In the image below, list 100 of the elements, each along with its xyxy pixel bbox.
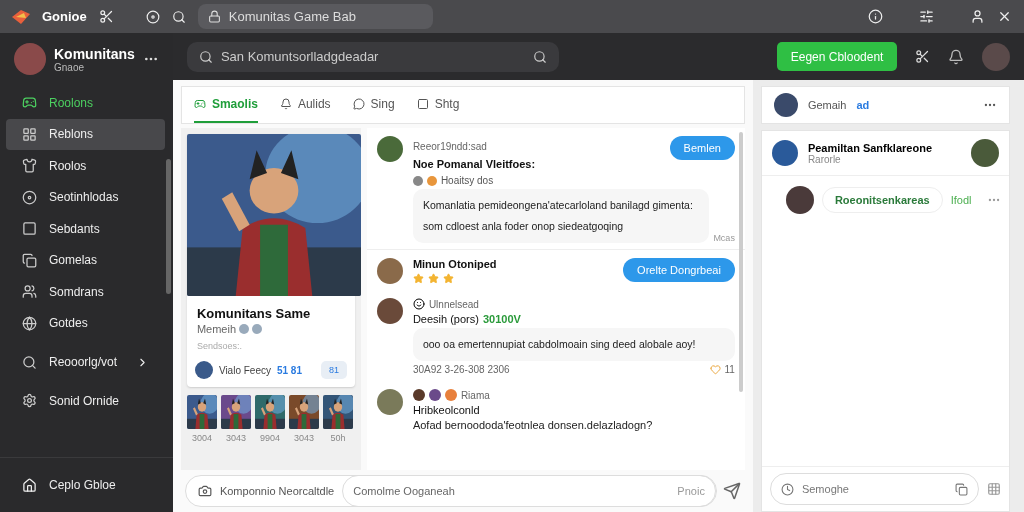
- sidebar-item[interactable]: Reblons: [6, 118, 165, 150]
- post-text: Komanlatia pemideongena'atecarloland banilagd gimenta: som cdloest anla foder onop siedeatgoqing: [412, 189, 710, 243]
- star-icon: [427, 273, 439, 284]
- item-icon: [22, 284, 37, 300]
- post-title: Minun Otoniped: [412, 258, 498, 270]
- sidebar-item[interactable]: Sonid Ornide: [6, 385, 165, 417]
- sidebar-item[interactable]: Seotinhlodas: [6, 181, 165, 213]
- item-icon: [22, 393, 37, 409]
- post-meta: Reeor19ndd:sad: [412, 141, 487, 152]
- sidebar-item[interactable]: Gotdes: [6, 307, 165, 339]
- avatar: [14, 43, 46, 75]
- player-name: Vialo Feecy: [218, 364, 271, 376]
- badge-icon: [444, 389, 457, 401]
- item-icon: [22, 221, 37, 237]
- post-subtitle: Hoaitsy dos: [440, 175, 494, 186]
- sidebar-item[interactable]: Gomelas: [6, 244, 165, 276]
- lock-icon: [207, 10, 221, 23]
- sidebar-item[interactable]: Roolons: [6, 87, 165, 119]
- close-icon[interactable]: [997, 9, 1012, 24]
- clock-icon: [780, 482, 794, 496]
- tab[interactable]: Smaolis: [193, 87, 258, 123]
- tab[interactable]: Aulids: [279, 87, 331, 123]
- avatar: [376, 258, 403, 284]
- card-subtitle: Memeih: [196, 323, 236, 335]
- comment-time: 30A92 3-26-308 2306: [412, 364, 510, 375]
- tool-icon[interactable]: [915, 49, 931, 64]
- chat-title: Peamiltan Sanfklareone: [807, 141, 933, 154]
- item-icon: [22, 126, 37, 142]
- comment-tag: 30100V: [482, 313, 521, 325]
- badge-icon: [428, 389, 441, 401]
- comment-label: Komponnio Neorcaltdle: [219, 485, 335, 497]
- profile-name: Komunitans: [54, 45, 135, 62]
- user-icon[interactable]: [970, 9, 985, 24]
- search-field[interactable]: San Komuntsorlladgdeadar: [186, 41, 559, 72]
- grid-icon[interactable]: [987, 482, 1002, 496]
- camera-icon[interactable]: [197, 484, 212, 498]
- info-icon[interactable]: [868, 9, 883, 24]
- sidebar-item[interactable]: Somdrans: [6, 276, 165, 308]
- comment-title: Deesih (pors): [412, 313, 479, 325]
- avatar: [771, 140, 798, 166]
- address-text: Komunitas Game Bab: [228, 9, 356, 24]
- item-icon: [22, 158, 37, 174]
- like-count: 11: [724, 364, 735, 375]
- thread-title: Hribkeolconld: [412, 404, 480, 416]
- search-icon: [532, 49, 547, 64]
- item-icon: [22, 189, 37, 205]
- score-button[interactable]: 81: [320, 361, 347, 379]
- tab[interactable]: Sing: [352, 87, 395, 123]
- card-meta: Sendsoes:.: [195, 340, 243, 353]
- logo-icon: [12, 9, 30, 24]
- sidebar-item[interactable]: Sebdants: [6, 213, 165, 245]
- address-field[interactable]: Komunitas Game Bab: [197, 4, 433, 29]
- avatar: [376, 389, 403, 415]
- item-icon: [22, 315, 37, 331]
- chat-subtitle: Rarorle: [807, 153, 842, 165]
- badge-icon: [412, 389, 425, 401]
- item-icon: [22, 252, 37, 268]
- avatar: [971, 139, 1000, 167]
- item-icon: [22, 354, 37, 370]
- gamepad-icon: [193, 98, 206, 110]
- search-icon[interactable]: [171, 9, 186, 24]
- bell-icon: [279, 98, 292, 110]
- notification-icon[interactable]: [948, 48, 965, 65]
- sidebar-item[interactable]: Reooorlg/vot: [6, 339, 165, 385]
- home-icon: [22, 477, 37, 493]
- sliders-icon[interactable]: [919, 9, 934, 24]
- avatar: [376, 298, 403, 324]
- player-score: 51 81: [276, 364, 302, 376]
- thumbnail-caption: 50h: [330, 433, 346, 443]
- circle-icon[interactable]: [145, 9, 160, 24]
- avatar: [773, 93, 798, 117]
- card-title: Komunitans Same: [195, 305, 312, 323]
- chat-icon: [352, 98, 365, 110]
- square-icon: [416, 98, 429, 110]
- tab[interactable]: Shtg: [416, 87, 460, 123]
- badge-icon: [412, 175, 423, 186]
- avatar: [785, 186, 814, 214]
- post-title: Noe Pomanal Vleitfoes:: [412, 158, 536, 170]
- app-name: Gonioe: [42, 9, 87, 24]
- star-icon: [412, 273, 424, 284]
- sidebar-item[interactable]: Roolos: [6, 150, 165, 182]
- avatar: [376, 136, 403, 162]
- send-icon[interactable]: [722, 482, 741, 500]
- comment-meta: Ulnnelsead: [428, 298, 479, 310]
- thumbnail-caption: 3043: [293, 433, 314, 443]
- badge-icon: [426, 175, 437, 186]
- sidebar-footer[interactable]: Ceplo Gbloe: [0, 457, 173, 512]
- avatar: [194, 361, 213, 379]
- thread-text: Aofad bernoododa'feotnlea donsen.delazladogn?: [412, 419, 654, 431]
- thumbnail-caption: 9904: [259, 433, 280, 443]
- comment-text: ooo oa emertennupiat cabdolmoain sing deed alobale aoy!: [412, 328, 735, 361]
- thumbnail-caption: 3004: [191, 433, 212, 443]
- copy-icon: [955, 482, 969, 496]
- profile-tag-text: ad: [856, 99, 870, 111]
- scissors-icon[interactable]: [98, 9, 114, 24]
- search-icon: [198, 49, 213, 64]
- profile-name: Gemaih: [807, 99, 847, 111]
- profile-status: Gnaoe: [54, 61, 86, 73]
- thread-meta: Riama: [460, 389, 490, 401]
- thumbnail-caption: 3043: [225, 433, 246, 443]
